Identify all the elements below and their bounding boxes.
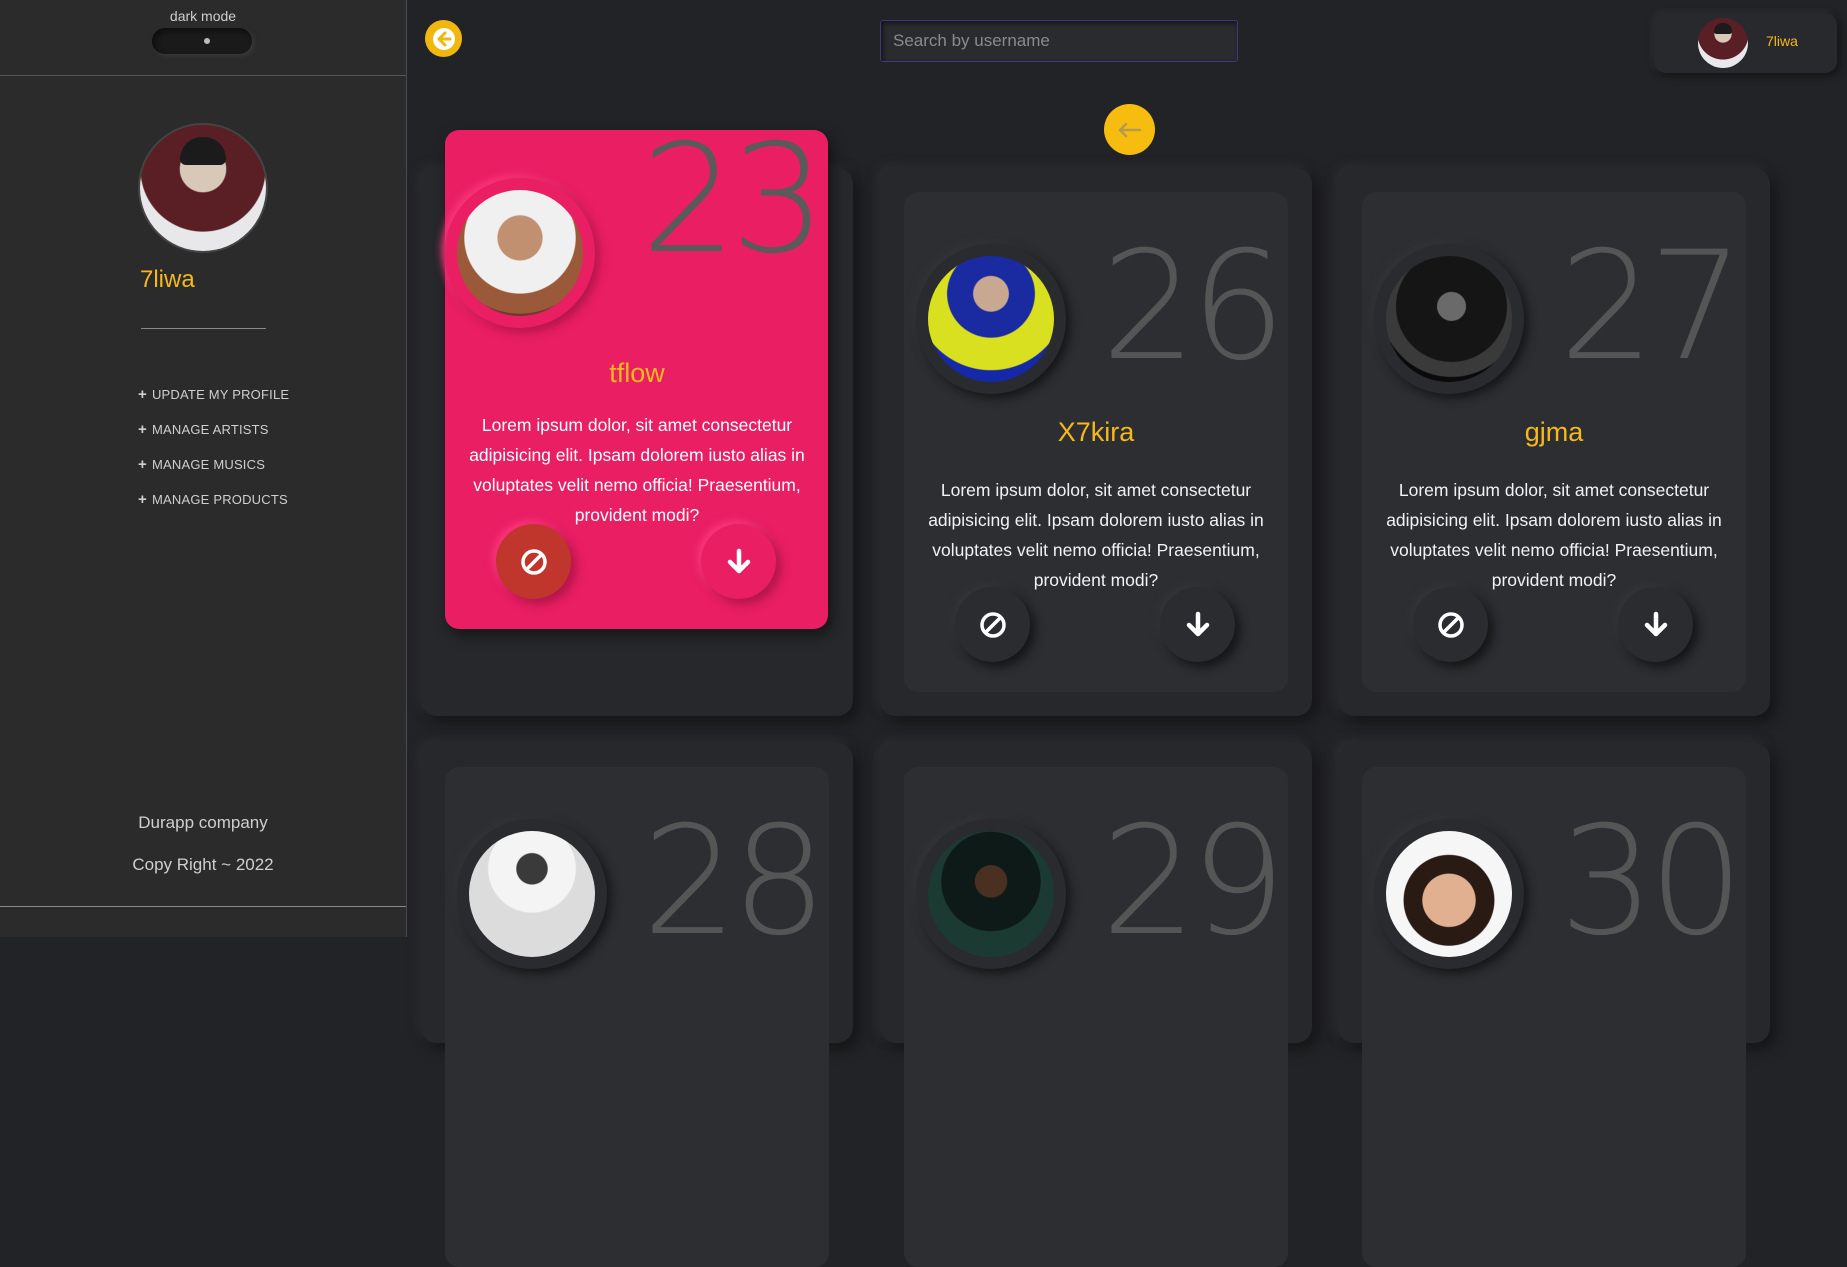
divider — [0, 906, 406, 907]
user-name: 7liwa — [1766, 33, 1798, 49]
plus-icon: + — [138, 491, 147, 508]
artist-avatar — [1374, 244, 1524, 394]
divider — [141, 328, 266, 329]
artist-photo — [1386, 256, 1512, 382]
menu-item-manage-artists[interactable]: + MANAGE ARTISTS — [138, 412, 289, 447]
artist-number: 29 — [1101, 795, 1286, 969]
artist-description: Lorem ipsum dolor, sit amet consectetur … — [469, 415, 805, 525]
ban-icon — [1437, 611, 1464, 638]
block-button[interactable] — [1413, 587, 1488, 662]
menu-item-manage-musics[interactable]: + MANAGE MUSICS — [138, 447, 289, 482]
artist-photo — [457, 190, 583, 316]
profile-name: 7liwa — [140, 266, 195, 293]
artist-card-inner: 28 — [445, 767, 829, 1267]
download-button[interactable] — [1160, 587, 1235, 662]
menu-item-update-profile[interactable]: + UPDATE MY PROFILE — [138, 377, 289, 412]
artist-photo — [928, 831, 1054, 957]
artist-card-inner: 29 — [904, 767, 1288, 1267]
artist-photo — [928, 256, 1054, 382]
profile-avatar — [140, 125, 266, 251]
artist-description: Lorem ipsum dolor, sit amet consectetur … — [928, 480, 1264, 590]
plus-icon: + — [138, 456, 147, 473]
company-name: Durapp company — [138, 813, 268, 832]
download-button[interactable] — [701, 524, 776, 599]
artist-avatar — [445, 178, 595, 328]
artist-avatar — [1374, 819, 1524, 969]
artist-name: gjma — [1524, 417, 1584, 447]
artist-card-inner: 26 X7kira Lorem ipsum dolor, sit amet co… — [904, 192, 1288, 692]
arrow-left-circle-icon — [432, 27, 455, 50]
menu-item-label: MANAGE PRODUCTS — [151, 492, 288, 507]
copyright: Copy Right ~ 2022 — [132, 855, 274, 874]
block-button[interactable] — [496, 524, 571, 599]
user-menu[interactable]: 7liwa — [1654, 13, 1837, 73]
menu-item-label: MANAGE ARTISTS — [151, 422, 269, 437]
arrow-down-icon — [1186, 611, 1209, 636]
arrow-down-icon — [1644, 611, 1667, 636]
artist-avatar — [916, 244, 1066, 394]
search-input[interactable] — [880, 20, 1238, 62]
artist-name: X7kira — [1057, 417, 1135, 447]
artist-number: 26 — [1101, 220, 1286, 394]
dark-mode-toggle[interactable] — [152, 28, 252, 54]
menu-item-manage-products[interactable]: + MANAGE PRODUCTS — [138, 482, 289, 517]
artist-name: tflow — [609, 358, 665, 388]
artist-card-inner: 27 gjma Lorem ipsum dolor, sit amet cons… — [1362, 192, 1746, 692]
sidebar-menu: + UPDATE MY PROFILE + MANAGE ARTISTS + MANA… — [138, 377, 289, 517]
artist-number: 28 — [642, 795, 827, 969]
artist-card-inner: 30 — [1362, 767, 1746, 1267]
plus-icon: + — [138, 386, 147, 403]
artist-number: 30 — [1559, 795, 1744, 969]
artist-card: 29 — [880, 743, 1312, 1267]
avatar — [1698, 18, 1748, 68]
artist-avatar — [916, 819, 1066, 969]
ban-icon — [979, 611, 1006, 638]
toggle-knob — [204, 38, 210, 44]
download-button[interactable] — [1618, 587, 1693, 662]
plus-icon: + — [138, 421, 147, 438]
artist-card: 27 gjma Lorem ipsum dolor, sit amet cons… — [1338, 168, 1770, 716]
artist-description: Lorem ipsum dolor, sit amet consectetur … — [1386, 480, 1722, 590]
arrow-down-icon — [727, 548, 750, 573]
arrow-left-icon — [1118, 122, 1141, 137]
menu-item-label: UPDATE MY PROFILE — [151, 387, 290, 402]
block-button[interactable] — [955, 587, 1030, 662]
sidebar-top: dark mode — [0, 0, 406, 76]
sidebar: dark mode 7liwa + UPDATE MY PROFILE + MANA… — [0, 0, 407, 937]
artist-number: 27 — [1559, 220, 1744, 394]
artist-card-featured[interactable]: 23 tflow Lorem ipsum dolor, sit amet con… — [445, 125, 828, 629]
artist-card: 26 X7kira Lorem ipsum dolor, sit amet co… — [880, 168, 1312, 716]
artist-number: 23 — [641, 113, 826, 287]
artist-photo — [469, 831, 595, 957]
artist-photo — [1386, 831, 1512, 957]
menu-item-label: MANAGE MUSICS — [151, 457, 266, 472]
back-button[interactable] — [425, 20, 462, 57]
dark-mode-label: dark mode — [169, 8, 237, 24]
prev-page-button[interactable] — [1104, 104, 1155, 155]
artist-card: 28 — [421, 743, 853, 1267]
artist-avatar — [457, 819, 607, 969]
ban-icon — [520, 548, 547, 575]
artist-card: 30 — [1338, 743, 1770, 1267]
